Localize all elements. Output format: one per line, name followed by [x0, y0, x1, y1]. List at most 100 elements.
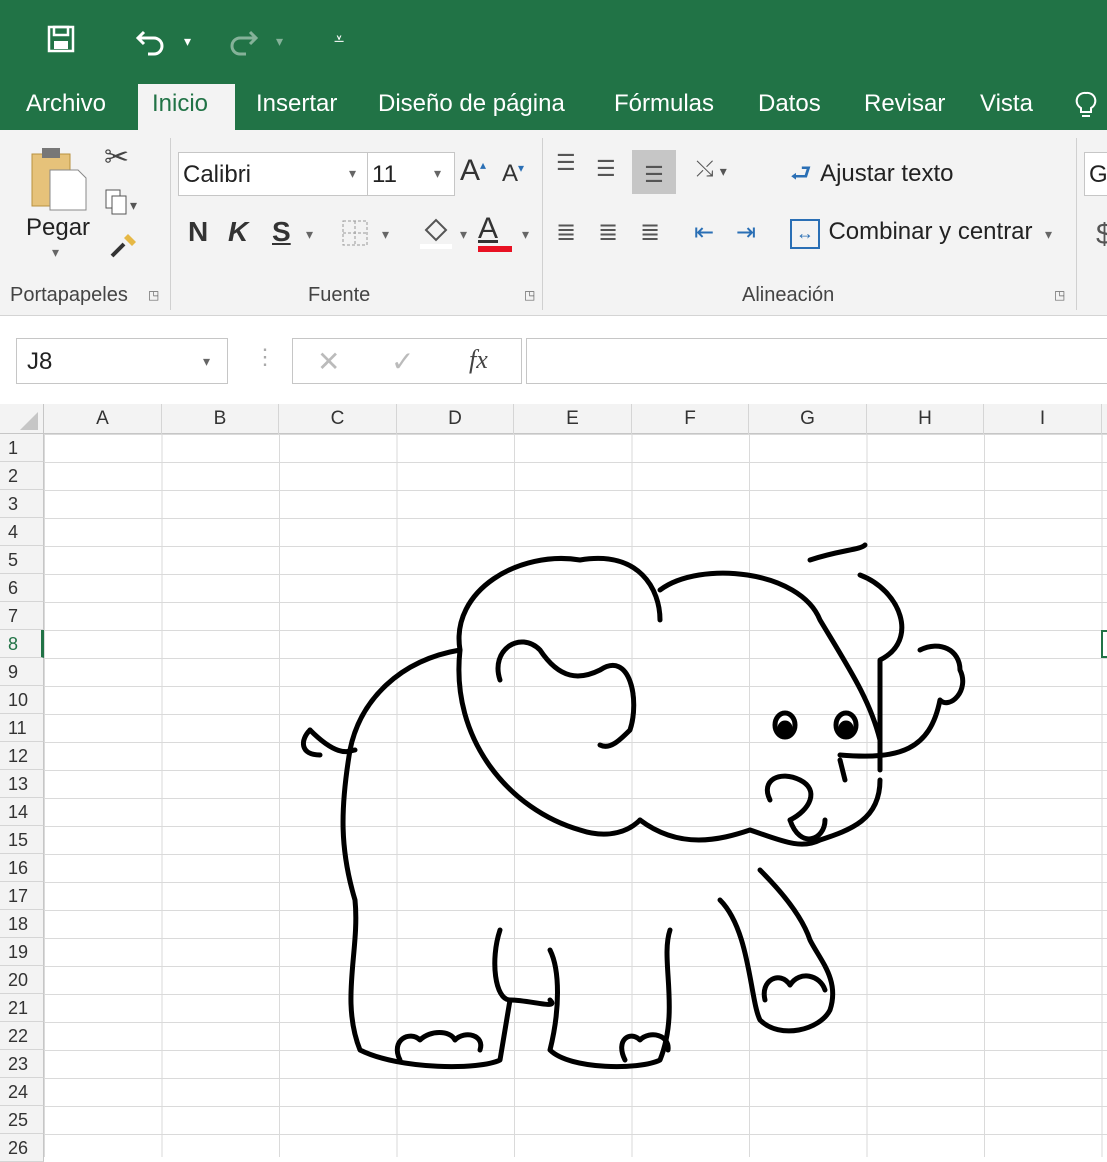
row-header-8[interactable]: 8: [0, 630, 44, 658]
lightbulb-icon[interactable]: [1074, 90, 1098, 127]
elephant-drawing[interactable]: [280, 530, 1000, 1090]
grow-font-icon[interactable]: A▴: [460, 154, 486, 188]
row-header-17[interactable]: 17: [0, 882, 44, 910]
enter-icon[interactable]: ✓: [391, 345, 414, 378]
active-cell-indicator: [1101, 630, 1107, 658]
undo-dropdown-icon[interactable]: ▾: [184, 34, 191, 48]
font-name-select[interactable]: Calibri ▾: [178, 152, 368, 196]
column-header-d[interactable]: D: [397, 404, 514, 434]
column-header-b[interactable]: B: [162, 404, 279, 434]
number-format-select[interactable]: G: [1084, 152, 1107, 196]
row-header-19[interactable]: 19: [0, 938, 44, 966]
shrink-font-icon[interactable]: A▾: [502, 160, 524, 188]
italic-button[interactable]: K: [228, 216, 248, 248]
row-header-21[interactable]: 21: [0, 994, 44, 1022]
row-header-23[interactable]: 23: [0, 1050, 44, 1078]
paste-dropdown-icon[interactable]: ▾: [52, 244, 59, 261]
alignment-launcher-icon[interactable]: ◳: [1054, 288, 1065, 302]
row-header-16[interactable]: 16: [0, 854, 44, 882]
tab-archivo[interactable]: Archivo: [12, 84, 120, 130]
row-header-26[interactable]: 26: [0, 1134, 44, 1162]
number-format-value: G: [1089, 161, 1107, 188]
redo-icon: [226, 26, 260, 62]
row-header-14[interactable]: 14: [0, 798, 44, 826]
font-size-select[interactable]: 11 ▾: [367, 152, 455, 196]
select-all-corner[interactable]: [0, 404, 44, 434]
column-header-i[interactable]: I: [984, 404, 1102, 434]
column-header-c[interactable]: C: [279, 404, 397, 434]
alignment-group-label: Alineación: [742, 284, 835, 306]
row-header-24[interactable]: 24: [0, 1078, 44, 1106]
underline-button[interactable]: S: [272, 216, 291, 248]
row-header-15[interactable]: 15: [0, 826, 44, 854]
clipboard-launcher-icon[interactable]: ◳: [148, 288, 159, 302]
fill-color-dropdown-icon[interactable]: ▾: [460, 226, 467, 243]
formula-input[interactable]: [526, 338, 1107, 384]
orientation-icon[interactable]: ⤯ ▾: [696, 156, 727, 182]
column-header-e[interactable]: E: [514, 404, 632, 434]
tab-inicio[interactable]: Inicio: [138, 84, 235, 130]
decrease-indent-icon[interactable]: ⇤: [694, 218, 714, 247]
save-icon[interactable]: [46, 24, 76, 60]
row-header-20[interactable]: 20: [0, 966, 44, 994]
drag-handle-icon[interactable]: ⋮: [254, 344, 276, 370]
row-header-4[interactable]: 4: [0, 518, 44, 546]
borders-dropdown-icon[interactable]: ▾: [382, 226, 389, 243]
row-header-1[interactable]: 1: [0, 434, 44, 462]
tab-revisar[interactable]: Revisar: [850, 84, 959, 130]
chevron-down-icon: ▾: [1044, 226, 1053, 242]
tab-vista[interactable]: Vista: [966, 84, 1047, 130]
formula-bar: J8 ▾ ⋮ ✕ ✓ fx: [0, 316, 1107, 404]
bottom-align-icon[interactable]: ☰: [632, 150, 676, 194]
bold-button[interactable]: N: [188, 216, 208, 248]
row-header-2[interactable]: 2: [0, 462, 44, 490]
column-header-a[interactable]: A: [44, 404, 162, 434]
row-header-3[interactable]: 3: [0, 490, 44, 518]
font-color-icon: A: [478, 212, 499, 245]
wrap-text-button[interactable]: ⮐ Ajustar texto: [790, 156, 953, 197]
cut-icon[interactable]: ✂: [104, 140, 129, 175]
align-center-icon[interactable]: ≣: [598, 218, 618, 247]
column-header-g[interactable]: G: [749, 404, 867, 434]
name-box[interactable]: J8 ▾: [16, 338, 228, 384]
column-header-h[interactable]: H: [867, 404, 984, 434]
undo-icon[interactable]: [134, 22, 168, 62]
top-align-icon[interactable]: ☰: [556, 150, 576, 176]
fill-color-button[interactable]: [418, 214, 454, 255]
tab-diseno-de-pagina[interactable]: Diseño de página: [364, 84, 579, 130]
tab-formulas[interactable]: Fórmulas: [600, 84, 728, 130]
row-header-9[interactable]: 9: [0, 658, 44, 686]
copy-icon[interactable]: ▾: [104, 188, 140, 223]
tab-datos[interactable]: Datos: [744, 84, 835, 130]
currency-icon[interactable]: $: [1096, 218, 1107, 252]
row-header-6[interactable]: 6: [0, 574, 44, 602]
customize-icon[interactable]: ⩡: [334, 30, 344, 48]
font-color-button[interactable]: A: [478, 214, 512, 252]
font-color-dropdown-icon[interactable]: ▾: [522, 226, 529, 243]
tab-insertar[interactable]: Insertar: [242, 84, 351, 130]
row-header-10[interactable]: 10: [0, 686, 44, 714]
row-header-13[interactable]: 13: [0, 770, 44, 798]
redo-dropdown-icon: ▾: [276, 33, 284, 49]
borders-button[interactable]: [340, 218, 370, 253]
cancel-icon[interactable]: ✕: [317, 345, 340, 378]
row-header-12[interactable]: 12: [0, 742, 44, 770]
separator: [1076, 138, 1077, 310]
format-painter-icon[interactable]: [108, 230, 138, 265]
paste-button[interactable]: Pegar ▾: [14, 140, 100, 270]
row-header-22[interactable]: 22: [0, 1022, 44, 1050]
align-right-icon[interactable]: ≣: [640, 218, 660, 247]
row-header-7[interactable]: 7: [0, 602, 44, 630]
align-left-icon[interactable]: ≣: [556, 218, 576, 247]
font-launcher-icon[interactable]: ◳: [524, 288, 535, 302]
row-header-18[interactable]: 18: [0, 910, 44, 938]
middle-align-icon[interactable]: ☰: [596, 156, 616, 182]
row-header-25[interactable]: 25: [0, 1106, 44, 1134]
underline-dropdown-icon[interactable]: ▾: [306, 226, 313, 243]
increase-indent-icon[interactable]: ⇥: [736, 218, 756, 247]
insert-function-icon[interactable]: fx: [469, 345, 488, 375]
row-header-5[interactable]: 5: [0, 546, 44, 574]
merge-center-button[interactable]: ↔ Combinar y centrar ▾: [790, 218, 1052, 249]
row-header-11[interactable]: 11: [0, 714, 44, 742]
column-header-f[interactable]: F: [632, 404, 749, 434]
